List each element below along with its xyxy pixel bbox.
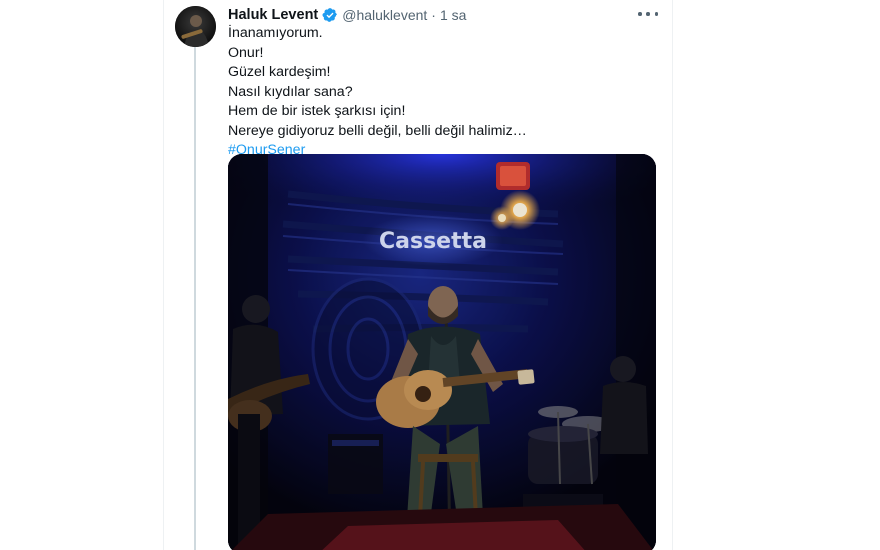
verified-badge-icon	[322, 7, 338, 23]
page: Haluk Levent @haluklevent · 1 sa İnanamı…	[0, 0, 880, 550]
tweet-line: Nasıl kıydılar sana?	[228, 83, 353, 100]
tweet-line: Hem de bir istek şarkısı için!	[228, 103, 406, 119]
tweet-header: Haluk Levent @haluklevent · 1 sa	[228, 5, 466, 25]
tweet-line: Onur!	[228, 44, 264, 61]
tweet-line: İnanamıyorum.	[228, 25, 323, 41]
tweet-line: Nereye gidiyoruz belli değil, belli deği…	[228, 122, 527, 139]
separator-dot: ·	[431, 7, 436, 23]
display-name[interactable]: Haluk Levent	[228, 7, 318, 23]
timestamp[interactable]: 1 sa	[440, 7, 466, 23]
handle[interactable]: @haluklevent	[342, 7, 427, 23]
tweet-line: Güzel kardeşim!	[228, 64, 331, 80]
thread-line	[194, 47, 196, 550]
tweet-text: İnanamıyorum. Onur! Güzel kardeşim! Nası…	[228, 24, 648, 161]
more-options-icon[interactable]	[638, 6, 658, 22]
tweet-media-video[interactable]: Cassetta	[228, 154, 656, 550]
avatar[interactable]	[175, 6, 216, 47]
